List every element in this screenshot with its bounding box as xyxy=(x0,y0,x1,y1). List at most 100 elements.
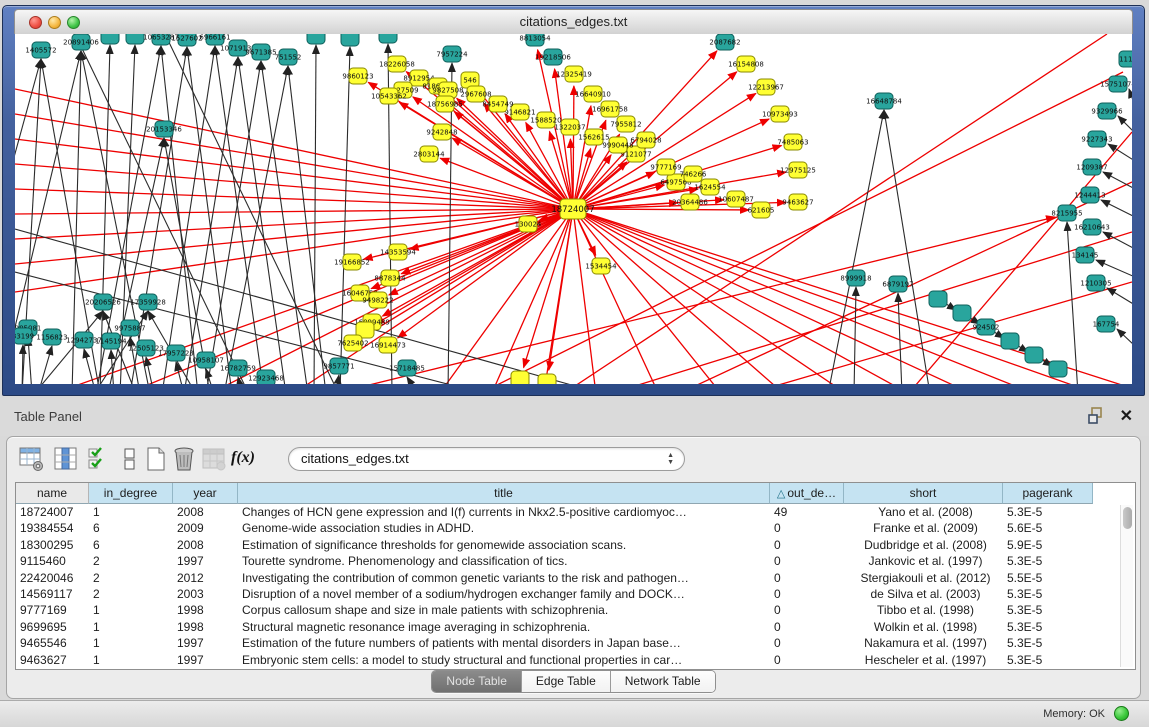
select-all-icon[interactable] xyxy=(87,446,113,472)
table-cell[interactable]: Genome-wide association studies in ADHD. xyxy=(238,520,770,536)
graph-node[interactable] xyxy=(929,291,947,307)
table-row[interactable]: 946362711997Embryonic stem cells: a mode… xyxy=(16,652,1093,668)
table-scrollbar-thumb[interactable] xyxy=(1123,507,1132,529)
graph-node[interactable] xyxy=(101,34,119,44)
graph-node[interactable] xyxy=(953,305,971,321)
table-cell[interactable]: 18724007 xyxy=(16,504,89,520)
table-cell[interactable]: 2 xyxy=(89,586,173,602)
table-row[interactable]: 911546021997Tourette syndrome. Phenomeno… xyxy=(16,553,1093,569)
citation-network-graph[interactable]: 1822605898601238912954818632391275091054… xyxy=(15,34,1132,384)
table-row[interactable]: 1830029562008Estimation of significance … xyxy=(16,537,1093,553)
table-settings-icon[interactable] xyxy=(19,446,45,472)
table-cell[interactable]: 1997 xyxy=(173,635,238,651)
table-cell[interactable]: 1998 xyxy=(173,619,238,635)
tab-edge-table[interactable]: Edge Table xyxy=(522,671,611,692)
graph-node[interactable] xyxy=(126,34,144,44)
table-select-dropdown[interactable]: citations_edges.txt ▲▼ xyxy=(288,447,685,471)
graph-node[interactable] xyxy=(1025,347,1043,363)
table-cell[interactable]: 1 xyxy=(89,504,173,520)
table-cell[interactable]: 2008 xyxy=(173,537,238,553)
table-cell[interactable]: 5.3E-5 xyxy=(1003,652,1093,668)
table-cell[interactable]: 6 xyxy=(89,537,173,553)
table-cell[interactable]: 1 xyxy=(89,635,173,651)
table-cell[interactable]: 14569117 xyxy=(16,586,89,602)
table-cell[interactable]: 5.3E-5 xyxy=(1003,553,1093,569)
table-cell[interactable]: 5.3E-5 xyxy=(1003,504,1093,520)
table-cell[interactable]: 0 xyxy=(770,553,844,569)
table-cell[interactable]: Changes of HCN gene expression and I(f) … xyxy=(238,504,770,520)
table-row[interactable]: 969969511998Structural magnetic resonanc… xyxy=(16,619,1093,635)
table-cell[interactable]: Structural magnetic resonance image aver… xyxy=(238,619,770,635)
table-cell[interactable]: Hescheler et al. (1997) xyxy=(844,652,1003,668)
table-row[interactable]: 1456911722003Disruption of a novel membe… xyxy=(16,586,1093,602)
table-cell[interactable]: 5.3E-5 xyxy=(1003,602,1093,618)
table-cell[interactable]: 18300295 xyxy=(16,537,89,553)
table-cell[interactable]: 0 xyxy=(770,652,844,668)
rows-icon[interactable] xyxy=(117,446,143,472)
table-cell[interactable]: 0 xyxy=(770,520,844,536)
graph-node[interactable] xyxy=(1049,361,1067,377)
table-cell[interactable]: Wolkin et al. (1998) xyxy=(844,619,1003,635)
table-cell[interactable]: de Silva et al. (2003) xyxy=(844,586,1003,602)
table-cell[interactable]: Stergiakouli et al. (2012) xyxy=(844,570,1003,586)
graph-node[interactable] xyxy=(538,374,556,384)
table-cell[interactable]: Jankovic et al. (1997) xyxy=(844,553,1003,569)
table-cell[interactable]: Estimation of the future numbers of pati… xyxy=(238,635,770,651)
table-cell[interactable]: Corpus callosum shape and size in male p… xyxy=(238,602,770,618)
graph-node[interactable] xyxy=(511,371,529,384)
table-cell[interactable]: 5.3E-5 xyxy=(1003,586,1093,602)
table-cell[interactable]: 1 xyxy=(89,619,173,635)
column-header-out_de[interactable]: △out_de… xyxy=(770,483,844,504)
table-cell[interactable]: 0 xyxy=(770,619,844,635)
table-cell[interactable]: 9699695 xyxy=(16,619,89,635)
table-cell[interactable]: Embryonic stem cells: a model to study s… xyxy=(238,652,770,668)
tab-node-table[interactable]: Node Table xyxy=(432,671,522,692)
table-cell[interactable]: Franke et al. (2009) xyxy=(844,520,1003,536)
table-cell[interactable]: 5.3E-5 xyxy=(1003,619,1093,635)
table-cell[interactable]: Disruption of a novel member of a sodium… xyxy=(238,586,770,602)
table-cell[interactable]: 1 xyxy=(89,602,173,618)
column-header-name[interactable]: name xyxy=(16,483,89,504)
table-cell[interactable]: 2003 xyxy=(173,586,238,602)
table-cell[interactable]: 0 xyxy=(770,602,844,618)
table-cell[interactable]: Nakamura et al. (1997) xyxy=(844,635,1003,651)
table-cell[interactable]: Investigating the contribution of common… xyxy=(238,570,770,586)
table-cell[interactable]: 0 xyxy=(770,635,844,651)
table-cell[interactable]: 5.5E-5 xyxy=(1003,570,1093,586)
function-builder-icon[interactable]: f(x) xyxy=(231,449,257,475)
table-row[interactable]: 2242004622012Investigating the contribut… xyxy=(16,570,1093,586)
column-header-short[interactable]: short xyxy=(844,483,1003,504)
column-header-year[interactable]: year xyxy=(173,483,238,504)
tab-network-table[interactable]: Network Table xyxy=(611,671,715,692)
table-cell[interactable]: 1997 xyxy=(173,553,238,569)
table-cell[interactable]: 6 xyxy=(89,520,173,536)
window-titlebar[interactable]: citations_edges.txt xyxy=(14,9,1133,34)
graph-node[interactable] xyxy=(307,34,325,44)
graph-node[interactable] xyxy=(379,34,397,43)
table-cell[interactable]: 1997 xyxy=(173,652,238,668)
table-cell[interactable]: Dudbridge et al. (2008) xyxy=(844,537,1003,553)
delete-table-icon[interactable] xyxy=(171,446,197,472)
table-cell[interactable]: Estimation of significance thresholds fo… xyxy=(238,537,770,553)
table-cell[interactable]: 1998 xyxy=(173,602,238,618)
table-row[interactable]: 977716911998Corpus callosum shape and si… xyxy=(16,602,1093,618)
column-header-pagerank[interactable]: pagerank xyxy=(1003,483,1093,504)
table-cell[interactable]: 2012 xyxy=(173,570,238,586)
table-cell[interactable]: Tibbo et al. (1998) xyxy=(844,602,1003,618)
column-header-title[interactable]: title xyxy=(238,483,770,504)
column-select-icon[interactable] xyxy=(53,446,79,472)
table-cell[interactable]: 9777169 xyxy=(16,602,89,618)
table-cell[interactable]: 49 xyxy=(770,504,844,520)
table-cell[interactable]: 5.3E-5 xyxy=(1003,635,1093,651)
table-cell[interactable]: 2 xyxy=(89,553,173,569)
table-cell[interactable]: 0 xyxy=(770,537,844,553)
table-cell[interactable]: 9115460 xyxy=(16,553,89,569)
table-cell[interactable]: 2008 xyxy=(173,504,238,520)
table-cell[interactable]: 1 xyxy=(89,652,173,668)
table-cell[interactable]: 9465546 xyxy=(16,635,89,651)
network-canvas[interactable]: 1822605898601238912954818632391275091054… xyxy=(15,34,1132,384)
table-cell[interactable]: 2009 xyxy=(173,520,238,536)
table-cell[interactable]: 0 xyxy=(770,586,844,602)
table-scrollbar[interactable] xyxy=(1120,505,1133,667)
graph-node[interactable] xyxy=(341,34,359,46)
